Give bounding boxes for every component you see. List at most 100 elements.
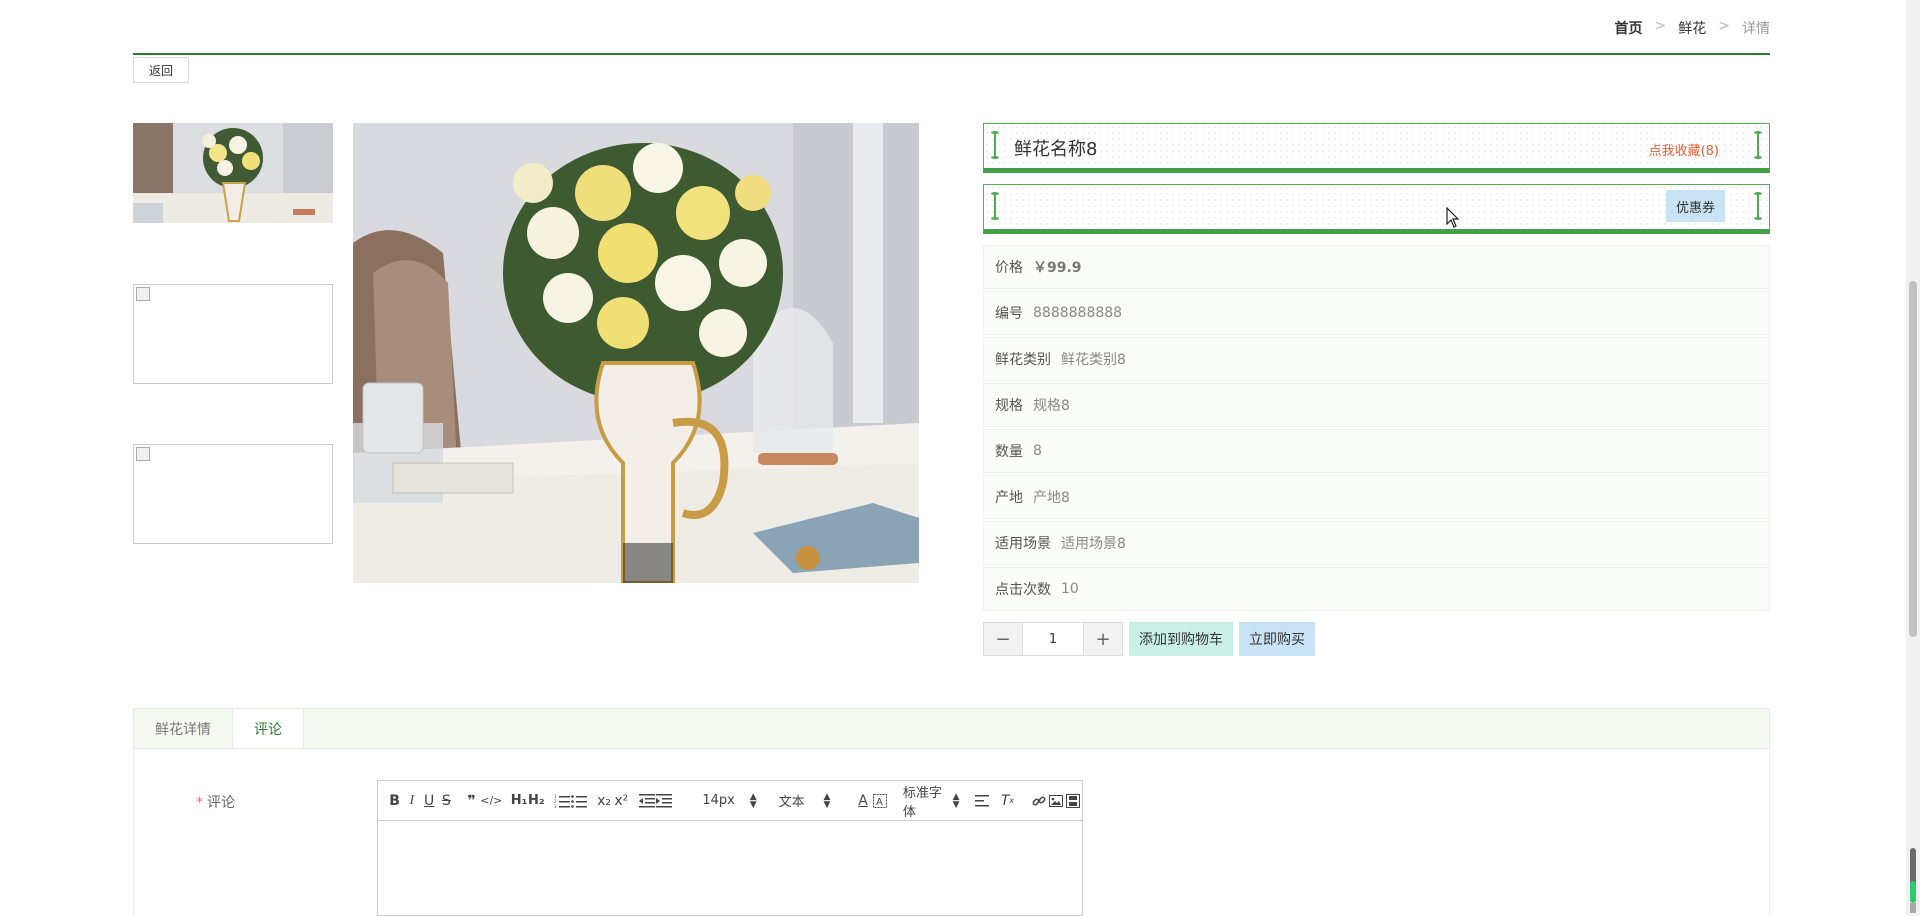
header-divider: [133, 53, 1770, 55]
price-row: 价格 ￥99.9: [983, 245, 1770, 289]
subscript-icon[interactable]: x₂: [595, 789, 612, 813]
underline-icon[interactable]: U: [421, 789, 438, 813]
broken-image-icon: [136, 447, 150, 461]
product-info-panel: 鲜花名称8 点我收藏(8) 优惠券 价格 ￥99.9 编号 8888888888…: [983, 123, 1770, 613]
field-label: 价格: [995, 260, 1023, 276]
heading-2-icon[interactable]: H₂: [528, 789, 545, 813]
coupon-bar: 优惠券: [983, 184, 1770, 234]
link-icon[interactable]: [1030, 789, 1047, 813]
select-arrows-icon: ▲ ▼: [749, 791, 757, 810]
broken-image-icon: [136, 287, 150, 301]
field-label: 规格: [995, 398, 1023, 414]
svg-text:A: A: [876, 797, 883, 808]
product-name: 鲜花名称8: [1014, 139, 1098, 160]
font-family-value: 标准字体: [902, 785, 942, 820]
scroll-handle-icon: [1754, 192, 1762, 220]
font-size-value: 14px: [702, 793, 735, 808]
superscript-icon[interactable]: x²: [613, 789, 630, 813]
clear-format-icon[interactable]: Tx: [999, 789, 1016, 813]
field-label: 鲜花类别: [995, 352, 1051, 368]
strikethrough-icon[interactable]: S: [438, 789, 455, 813]
breadcrumb-separator: >: [1654, 18, 1667, 34]
image-icon[interactable]: [1047, 789, 1064, 813]
buy-now-button[interactable]: 立即购买: [1239, 622, 1315, 656]
decrease-quantity-button[interactable]: −: [983, 622, 1023, 656]
background-color-icon[interactable]: A: [872, 789, 889, 813]
code-block-icon[interactable]: </>: [480, 789, 502, 813]
field-value: 鲜花类别8: [1061, 352, 1126, 368]
floating-scroll-end: [1910, 903, 1916, 913]
clicks-row: 点击次数 10: [983, 567, 1770, 611]
price-value: ￥99.9: [1033, 260, 1082, 276]
required-mark: *: [196, 795, 203, 811]
thumbnail-1[interactable]: [133, 123, 333, 223]
rich-text-editor: B I U S ❞ </> H₁ H₂ 123 x₂ x² 14px ▲ ▼ 文…: [377, 780, 1083, 916]
font-size-select[interactable]: 14px ▲ ▼: [702, 789, 756, 813]
coupon-button[interactable]: 优惠券: [1665, 190, 1725, 222]
comment-label-text: 评论: [207, 795, 235, 811]
detail-tabs: 鲜花详情 评论: [133, 708, 1770, 749]
breadcrumb-separator: >: [1718, 18, 1730, 34]
scrollbar-thumb[interactable]: [1909, 281, 1917, 637]
product-title-bar: 鲜花名称8 点我收藏(8): [983, 123, 1770, 173]
mouse-cursor-icon: [1446, 207, 1460, 228]
select-arrows-icon: ▲ ▼: [952, 791, 960, 810]
video-icon[interactable]: [1065, 789, 1082, 813]
align-icon[interactable]: [974, 789, 991, 813]
field-label: 编号: [995, 306, 1023, 322]
field-label: 点击次数: [995, 582, 1051, 598]
field-label: 产地: [995, 490, 1023, 506]
field-value: 8: [1033, 443, 1042, 459]
field-value: 10: [1061, 581, 1079, 597]
font-family-select[interactable]: 标准字体 ▲ ▼: [903, 786, 960, 820]
comment-label: * 评论: [196, 792, 235, 812]
thumbnail-2[interactable]: [133, 284, 333, 384]
floating-scroll-progress: [1910, 881, 1916, 903]
product-attributes: 价格 ￥99.9 编号 8888888888 鲜花类别 鲜花类别8 规格 规格8…: [983, 245, 1770, 611]
breadcrumb-home[interactable]: 首页: [1615, 18, 1643, 38]
tab-comments[interactable]: 评论: [232, 709, 304, 748]
comment-editor-area[interactable]: [377, 821, 1083, 916]
tab-flower-details[interactable]: 鲜花详情: [134, 709, 232, 748]
increase-quantity-button[interactable]: +: [1083, 622, 1123, 656]
text-style-select[interactable]: 文本 ▲ ▼: [779, 789, 831, 813]
page-container: 首页 > 鲜花 > 详情 返回 鲜花名称8 点我收藏(8) 优惠券 价格 ￥99…: [133, 0, 1770, 916]
svg-text:3: 3: [554, 804, 557, 808]
field-label: 数量: [995, 444, 1023, 460]
page-scrollbar[interactable]: [1906, 0, 1920, 916]
breadcrumb: 首页 > 鲜花 > 详情: [1615, 18, 1770, 38]
scroll-handle-icon: [1754, 131, 1762, 159]
scroll-handle-icon: [991, 192, 999, 220]
main-product-image: [353, 123, 919, 583]
spec-row: 规格 规格8: [983, 383, 1770, 427]
outdent-icon[interactable]: [638, 789, 655, 813]
editor-toolbar: B I U S ❞ </> H₁ H₂ 123 x₂ x² 14px ▲ ▼ 文…: [377, 780, 1083, 821]
heading-1-icon[interactable]: H₁: [510, 789, 528, 813]
font-color-icon[interactable]: A: [854, 789, 871, 813]
field-value: 规格8: [1033, 398, 1070, 414]
purchase-controls: − + 添加到购物车 立即购买: [983, 622, 1315, 656]
flower-vase-image: [353, 123, 919, 583]
bullet-list-icon[interactable]: [570, 789, 587, 813]
thumbnail-3[interactable]: [133, 444, 333, 544]
scroll-handle-icon: [991, 131, 999, 159]
blockquote-icon[interactable]: ❞: [463, 789, 480, 813]
favorite-button[interactable]: 点我收藏(8): [1649, 140, 1719, 159]
text-style-value: 文本: [778, 795, 805, 810]
field-value: 8888888888: [1033, 305, 1123, 321]
scene-row: 适用场景 适用场景8: [983, 521, 1770, 565]
back-button[interactable]: 返回: [133, 57, 189, 83]
breadcrumb-category[interactable]: 鲜花: [1678, 18, 1706, 38]
quantity-row: 数量 8: [983, 429, 1770, 473]
breadcrumb-current: 详情: [1742, 21, 1770, 37]
origin-row: 产地 产地8: [983, 475, 1770, 519]
flower-vase-thumbnail-image: [133, 123, 333, 223]
italic-icon[interactable]: I: [403, 789, 420, 813]
field-value: 产地8: [1033, 490, 1070, 506]
code-row: 编号 8888888888: [983, 291, 1770, 335]
bold-icon[interactable]: B: [386, 789, 403, 813]
ordered-list-icon[interactable]: 123: [553, 789, 570, 813]
indent-icon[interactable]: [655, 789, 672, 813]
add-to-cart-button[interactable]: 添加到购物车: [1129, 622, 1233, 656]
quantity-input[interactable]: [1023, 622, 1083, 656]
